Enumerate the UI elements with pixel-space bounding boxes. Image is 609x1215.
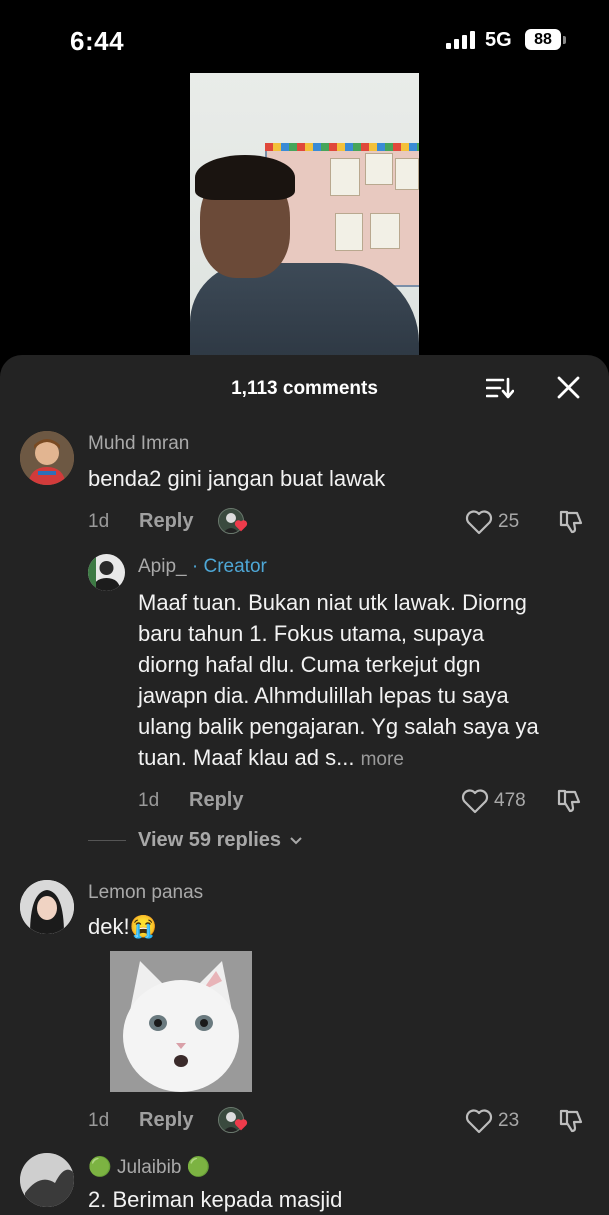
liked-heart-icon [234,1119,248,1131]
comment-username[interactable]: Apip_ · Creator [138,556,267,578]
heart-icon[interactable] [465,509,493,535]
like-count: 23 [498,1110,520,1131]
battery-tip [563,36,566,44]
comment-text-line: jawapn dia. Alhmdulillah lepas tu saya [138,683,509,708]
comment-text: 2. Beriman kepada masjid [88,1187,343,1212]
comment-text-body: dek! [88,914,130,939]
comment-age: 1d [88,1110,110,1131]
heart-icon[interactable] [465,1108,493,1134]
status-bar: 6:44 5G 88 [0,0,609,70]
reply-button[interactable]: Reply [189,789,243,812]
network-label: 5G [485,29,512,51]
heart-icon[interactable] [461,788,489,814]
view-replies-label[interactable]: View 59 replies [138,829,281,851]
more-link[interactable]: more [361,749,404,770]
creator-badge: Creator [203,556,267,577]
reply-button[interactable]: Reply [139,510,193,533]
replies-divider [88,840,126,841]
comments-count: 1,113 comments [231,378,378,399]
comment-gif-image[interactable] [110,951,252,1092]
poster [370,213,400,249]
comment-text-line: diorng hafal dlu. Cuma terkejut dgn [138,652,481,677]
video-preview[interactable] [190,73,419,373]
avatar[interactable] [20,880,74,934]
comment-username[interactable]: 🟢 Julaibib 🟢 [88,1155,210,1179]
status-time: 6:44 [70,26,125,56]
avatar[interactable] [20,431,74,485]
username-text[interactable]: Apip_ [138,556,187,577]
liked-heart-icon [234,520,248,532]
comment-age: 1d [138,790,160,811]
comment-text-line: Maaf tuan. Bukan niat utk lawak. Diorng [138,590,527,615]
poster [395,158,419,190]
comment-text: dek!😭 [88,911,157,942]
dislike-icon[interactable] [557,1107,585,1135]
poster [335,213,363,251]
poster [330,158,360,196]
comment-text: benda2 gini jangan buat lawak [88,466,386,491]
view-replies-button[interactable]: View 59 replies [138,829,303,852]
chevron-down-icon [289,837,302,845]
board-border [265,143,419,151]
comment-username[interactable]: Lemon panas [88,882,203,904]
person-hair [195,155,295,200]
dislike-icon[interactable] [555,787,583,815]
sort-icon[interactable] [486,377,514,399]
comment-age: 1d [88,511,110,532]
avatar[interactable] [88,554,125,591]
username-text[interactable]: Julaibib [117,1157,181,1178]
comment-username[interactable]: Muhd Imran [88,433,189,455]
comment-text-line: ulang balik pengajaran. Yg salah saya ya [138,714,539,739]
badge-separator: · [191,556,199,577]
crying-emoji: 😭 [129,914,157,939]
poster [365,153,393,185]
reply-button[interactable]: Reply [139,1109,193,1132]
comment-text: Maaf tuan. Bukan niat utk lawak. Diorng … [138,587,539,775]
like-count: 478 [494,790,526,811]
dislike-icon[interactable] [557,508,585,536]
battery-icon: 88 [525,29,561,50]
signal-icon [446,31,478,49]
close-icon[interactable] [556,375,581,400]
green-circle-emoji: 🟢 [88,1157,112,1178]
like-count: 25 [498,511,520,532]
green-circle-emoji: 🟢 [186,1157,211,1178]
comment-text-line: tuan. Maaf klau ad s... [138,745,355,770]
comment-text-line: baru tahun 1. Fokus utama, supaya [138,621,485,646]
